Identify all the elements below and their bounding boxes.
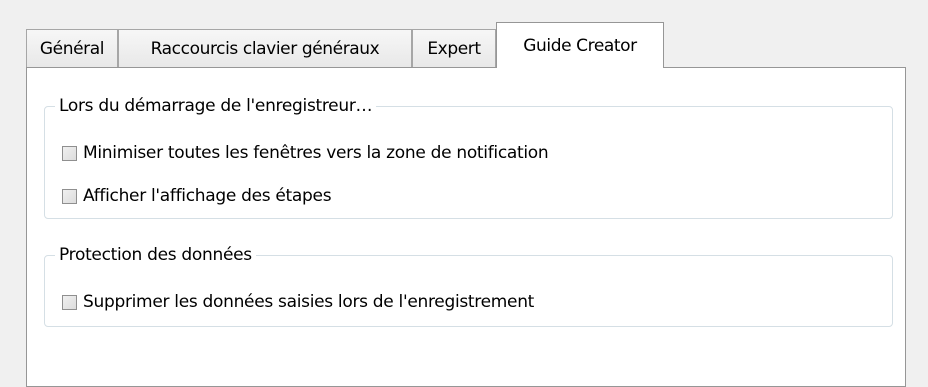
group-recorder-start: Lors du démarrage de l'enregistreur… Min… xyxy=(44,94,893,219)
group-data-protection: Protection des données Supprimer les don… xyxy=(44,243,893,327)
tab-strip: Général Raccourcis clavier généraux Expe… xyxy=(26,22,906,68)
option-minimize-windows[interactable]: Minimiser toutes les fenêtres vers la zo… xyxy=(62,143,549,163)
minimize-windows-checkbox[interactable] xyxy=(62,145,77,161)
group-title-recorder-start: Lors du démarrage de l'enregistreur… xyxy=(55,94,377,118)
group-title-data-protection: Protection des données xyxy=(55,243,256,267)
tab-expert[interactable]: Expert xyxy=(412,29,496,67)
show-steps-label[interactable]: Afficher l'affichage des étapes xyxy=(83,186,332,206)
option-delete-entered-data[interactable]: Supprimer les données saisies lors de l'… xyxy=(62,292,534,312)
minimize-windows-label[interactable]: Minimiser toutes les fenêtres vers la zo… xyxy=(83,143,549,163)
tab-general-shortcuts[interactable]: Raccourcis clavier généraux xyxy=(118,29,412,67)
tab-guide-creator[interactable]: Guide Creator xyxy=(496,22,664,68)
delete-entered-data-label[interactable]: Supprimer les données saisies lors de l'… xyxy=(83,292,534,312)
option-show-steps[interactable]: Afficher l'affichage des étapes xyxy=(62,186,332,206)
show-steps-checkbox[interactable] xyxy=(62,188,77,204)
tab-panel-guide-creator: Lors du démarrage de l'enregistreur… Min… xyxy=(26,67,906,387)
delete-entered-data-checkbox[interactable] xyxy=(62,294,77,310)
tab-general[interactable]: Général xyxy=(26,29,118,67)
